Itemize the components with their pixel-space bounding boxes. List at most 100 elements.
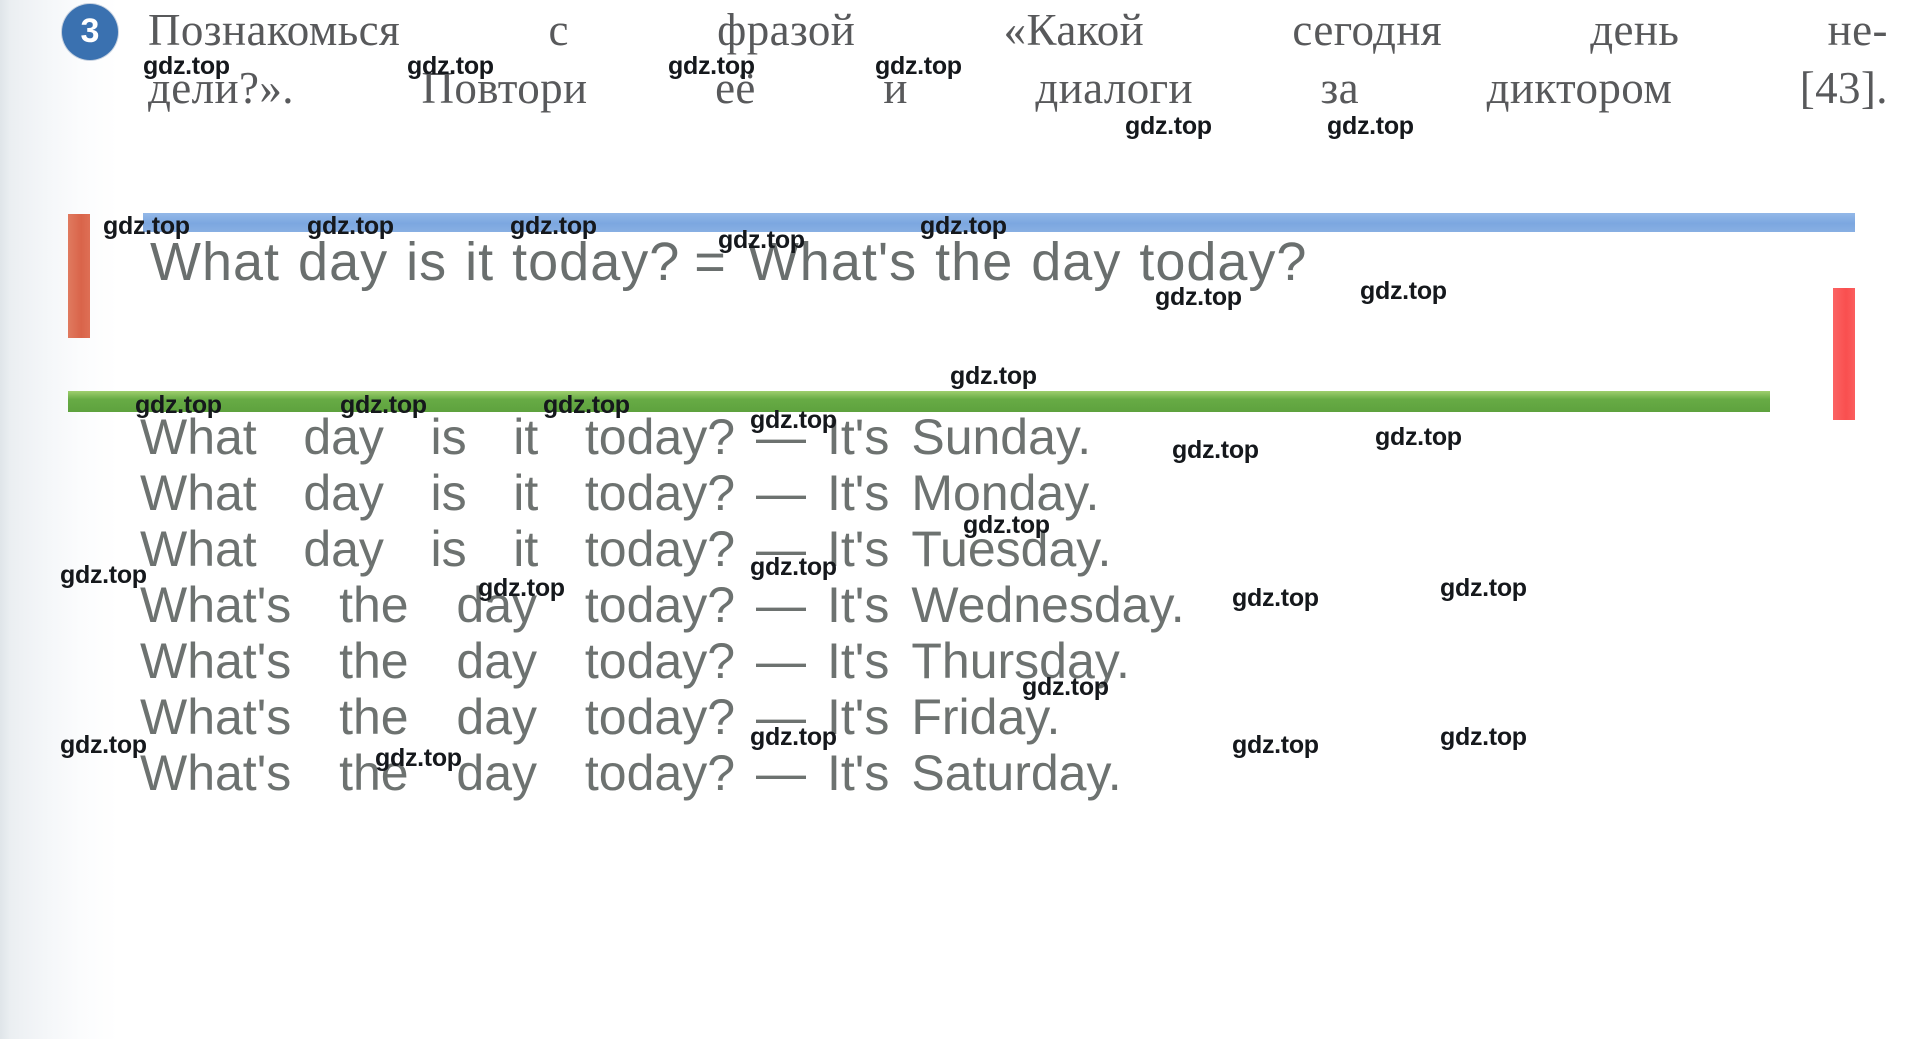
instruction-word: фразой: [717, 5, 856, 55]
question-word: What: [140, 465, 257, 521]
dialogue-row: What's the day today? — It's Saturday.: [140, 744, 1540, 802]
watermark-label: gdz.top: [1440, 574, 1527, 602]
question-word: day: [456, 633, 538, 689]
watermark-label: gdz.top: [60, 561, 147, 589]
instruction-line-1: Познакомься с фразой «Какой сегодня день не-: [148, 2, 1888, 60]
dialogue-question: What's the day today?: [140, 576, 735, 634]
watermark-label: gdz.top: [478, 574, 565, 602]
instruction-word: день: [1590, 5, 1680, 55]
watermark-label: gdz.top: [103, 212, 190, 240]
question-word: What's: [140, 689, 292, 745]
dialogue-question: What's the day today?: [140, 632, 735, 690]
watermark-label: gdz.top: [1022, 673, 1109, 701]
question-word: today?: [584, 745, 735, 801]
watermark-label: gdz.top: [1375, 423, 1462, 451]
phrase-word: day: [1031, 232, 1122, 292]
dialogue-answer: It's Saturday.: [827, 744, 1122, 802]
dialogue-row: What's the day today? — It's Friday.: [140, 688, 1540, 746]
question-word: day: [303, 465, 384, 521]
answer-prefix: It's: [827, 633, 890, 689]
dialogue-question: What day is it today?: [140, 520, 735, 578]
page-gutter-shadow: [0, 0, 118, 1039]
question-word: day: [456, 689, 538, 745]
watermark-label: gdz.top: [750, 553, 837, 581]
book-page: 3 Познакомься с фразой «Какой сегодня день не-…: [0, 0, 1905, 1039]
watermark-label: gdz.top: [750, 723, 837, 751]
dialogue-dash: —: [756, 577, 806, 633]
instruction-word: «Какой: [1003, 5, 1145, 55]
instruction-word: диалоги: [1035, 62, 1193, 113]
watermark-label: gdz.top: [1155, 283, 1242, 311]
watermark-label: gdz.top: [543, 391, 630, 419]
question-word: What's: [140, 577, 292, 633]
question-word: is: [430, 465, 467, 521]
instruction-word: не-: [1827, 5, 1888, 55]
question-word: What's: [140, 745, 292, 801]
watermark-label: gdz.top: [135, 391, 222, 419]
dialogue-row: What's the day today? — It's Wednesday.: [140, 576, 1540, 634]
watermark-label: gdz.top: [668, 52, 755, 80]
watermark-label: gdz.top: [1232, 584, 1319, 612]
question-word: is: [430, 521, 467, 577]
dialogue-dash: —: [756, 465, 806, 521]
watermark-label: gdz.top: [60, 731, 147, 759]
watermark-label: gdz.top: [920, 212, 1007, 240]
dialogue-row: What day is it today? — It's Monday.: [140, 464, 1540, 521]
question-word: it: [513, 521, 539, 577]
phrase-word: day: [298, 232, 389, 292]
dialogue-question: What day is it today?: [140, 408, 735, 466]
watermark-label: gdz.top: [307, 212, 394, 240]
instruction-word: [43].: [1799, 62, 1888, 113]
watermark-label: gdz.top: [950, 362, 1037, 390]
dialogue-dash: —: [756, 633, 806, 689]
question-word: today?: [584, 689, 735, 745]
watermark-label: gdz.top: [1360, 277, 1447, 305]
dialogue-answer: It's Wednesday.: [827, 576, 1185, 634]
question-word: the: [339, 577, 409, 633]
question-word: today?: [584, 633, 735, 689]
question-word: the: [339, 689, 409, 745]
watermark-label: gdz.top: [963, 511, 1050, 539]
watermark-label: gdz.top: [143, 52, 230, 80]
instruction-word: диктором: [1486, 62, 1673, 113]
exercise-number-badge: 3: [62, 4, 118, 60]
dialogue-row: What day is it today? — It's Tuesday.: [140, 520, 1540, 578]
question-word: What: [140, 521, 257, 577]
watermark-label: gdz.top: [1440, 723, 1527, 751]
answer-day: Sunday.: [911, 409, 1092, 465]
answer-prefix: It's: [827, 577, 890, 633]
phrase-word: it: [465, 232, 495, 292]
page-edge: [0, 0, 10, 1039]
instruction-word: Познакомься: [148, 5, 401, 55]
key-phrase-left: What day is it today?: [150, 232, 680, 292]
question-word: the: [339, 633, 409, 689]
watermark-label: gdz.top: [407, 52, 494, 80]
watermark-label: gdz.top: [510, 212, 597, 240]
watermark-label: gdz.top: [1232, 731, 1319, 759]
question-word: it: [513, 409, 539, 465]
phrase-word: What: [150, 232, 281, 292]
phrase-word: the: [935, 232, 1014, 292]
question-word: day: [303, 521, 384, 577]
answer-prefix: It's: [827, 465, 890, 521]
red-accent-bar-right: [1833, 288, 1855, 420]
watermark-label: gdz.top: [875, 52, 962, 80]
instruction-word: за: [1320, 62, 1360, 113]
watermark-label: gdz.top: [340, 391, 427, 419]
dialogue-list: What day is it today? — It's Sunday. What day is it…: [140, 408, 1540, 802]
watermark-label: gdz.top: [750, 406, 837, 434]
phrase-word: is: [406, 232, 448, 292]
answer-prefix: It's: [827, 745, 890, 801]
answer-day: Saturday.: [911, 745, 1122, 801]
question-word: What's: [140, 633, 292, 689]
answer-day: Wednesday.: [911, 577, 1185, 633]
dialogue-question: What's the day today?: [140, 688, 735, 746]
question-word: it: [513, 465, 539, 521]
watermark-label: gdz.top: [1172, 436, 1259, 464]
question-word: today?: [584, 577, 735, 633]
exercise-number-label: 3: [80, 12, 100, 50]
dialogue-dash: —: [756, 745, 806, 801]
watermark-label: gdz.top: [1125, 112, 1212, 140]
instruction-word: с: [548, 5, 569, 55]
dialogue-answer: It's Sunday.: [827, 408, 1091, 466]
